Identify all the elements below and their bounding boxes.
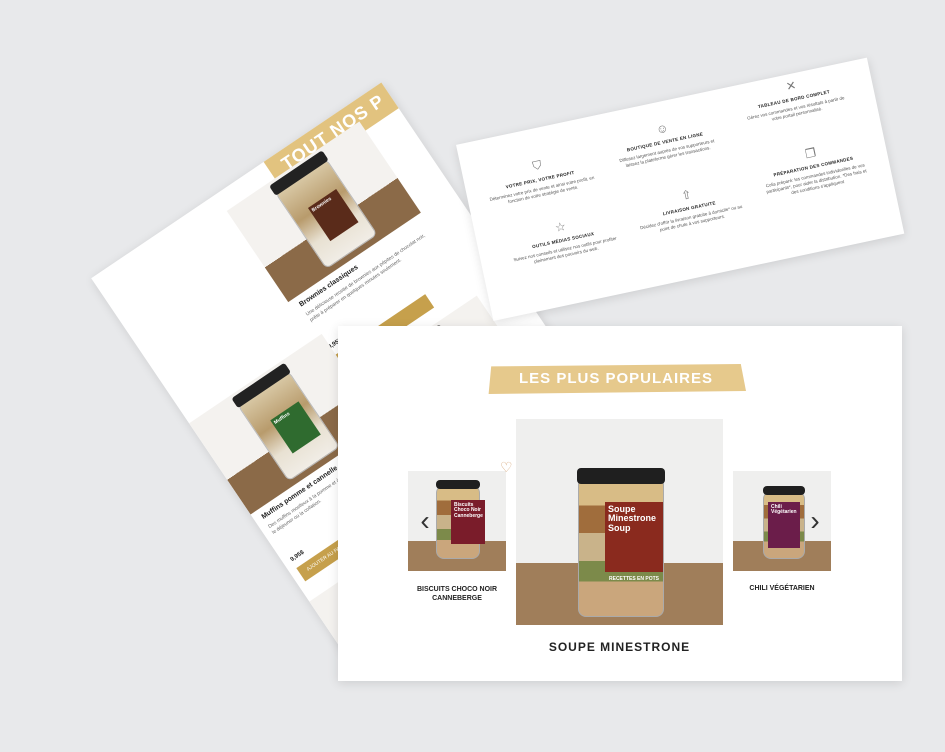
jar-label: Muffins (270, 401, 321, 454)
center-product-caption[interactable]: SOUPE MINESTRONE (516, 640, 723, 654)
jar-lid (436, 480, 480, 489)
jar-tag: Soupe Minestrone Soup (605, 502, 663, 572)
features-grid: ⛉ VOTRE PRIX, VOTRE PROFIT Déterminez vo… (456, 58, 867, 264)
carousel-next-icon[interactable]: › (806, 506, 824, 536)
feature-item: ☆ OUTILS MÉDIAS SOCIAUX Suivez nos conse… (505, 209, 621, 270)
jar-image: Soupe Minestrone Soup RECETTES EN POTS (577, 468, 665, 617)
jar-image: Biscuits Choco Noir Canneberge (436, 480, 485, 559)
carousel-prev-icon[interactable]: ‹ (416, 506, 434, 536)
jar-tag: Chili Végétarien (768, 502, 800, 548)
carousel-center-product[interactable]: Soupe Minestrone Soup RECETTES EN POTS (516, 419, 723, 625)
jar-image: Chili Végétarien (763, 486, 805, 559)
jar-image: Muffins (231, 362, 341, 482)
jar-label: Brownies (307, 188, 359, 242)
heart-icon[interactable]: ♡ (500, 459, 513, 476)
jar-tag: Biscuits Choco Noir Canneberge (451, 500, 485, 544)
feature-item: ⛉ VOTRE PRIX, VOTRE PROFIT Déterminez vo… (482, 147, 598, 209)
left-product-caption[interactable]: BISCUITS CHOCO NOIR CANNEBERGE (402, 585, 512, 603)
jar-lid (763, 486, 805, 495)
brand-label: RECETTES EN POTS (609, 576, 660, 582)
feature-item: ❐ PRÉPARATION DES COMMANDES Colis prépar… (755, 135, 872, 202)
feature-item: ⇧ LIVRAISON GRATUITE Décidez d'offrir la… (631, 177, 747, 238)
popular-ribbon: LES PLUS POPULAIRES (488, 364, 746, 394)
popular-products-card: LES PLUS POPULAIRES Biscuits Choco Noir … (338, 326, 902, 681)
jar-lid (231, 362, 292, 409)
right-product-caption[interactable]: CHILI VÉGÉTARIEN (726, 585, 838, 592)
jar-image: Brownies (269, 150, 378, 270)
feature-item: ☺ BOUTIQUE DE VENTE EN LIGNE Diffusez la… (607, 110, 723, 171)
jar-lid (577, 468, 665, 484)
features-card: ⛉ VOTRE PRIX, VOTRE PROFIT Déterminez vo… (456, 57, 905, 321)
feature-item: ✕ TABLEAU DE BORD COMPLET Gérez vos comm… (736, 68, 852, 129)
product-price: 9,95$ (289, 549, 306, 564)
